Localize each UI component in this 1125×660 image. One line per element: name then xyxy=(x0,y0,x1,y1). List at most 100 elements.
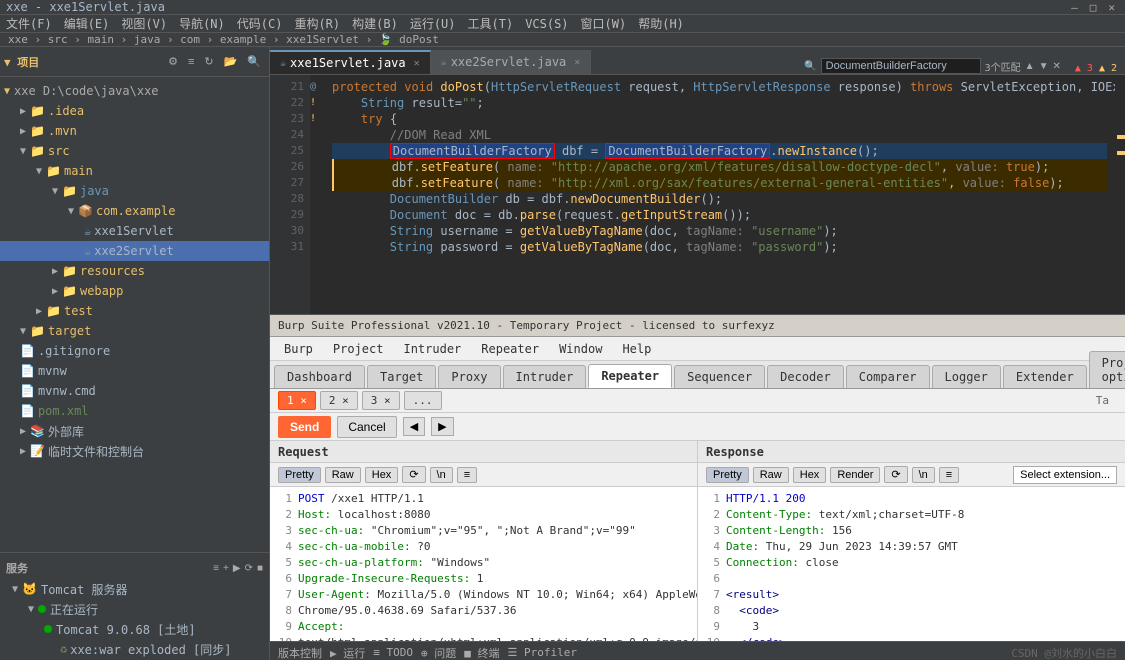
menu-window[interactable]: 窗口(W) xyxy=(581,15,627,32)
nav-back-btn[interactable]: ◀ xyxy=(403,417,425,436)
burp-tab-comparer[interactable]: Comparer xyxy=(846,365,930,388)
tree-item-mvnw[interactable]: 📄 mvnw xyxy=(0,361,269,381)
sidebar-tool-btn-3[interactable]: ↻ xyxy=(200,53,217,70)
services-tool-btn-2[interactable]: + xyxy=(223,563,229,574)
burp-tab-repeater[interactable]: Repeater xyxy=(588,364,672,388)
burp-tab-target[interactable]: Target xyxy=(367,365,436,388)
burp-menu-burp[interactable]: Burp xyxy=(274,337,323,361)
burp-subtab-2[interactable]: 2 × xyxy=(320,391,358,410)
tree-item-main[interactable]: ▼ 📁 main xyxy=(0,161,269,181)
tree-item-project[interactable]: ▼ xxe D:\code\java\xxe xyxy=(0,81,269,101)
burp-tab-extender[interactable]: Extender xyxy=(1003,365,1087,388)
nav-forward-btn[interactable]: ▶ xyxy=(431,417,453,436)
status-terminal[interactable]: ■ 终端 xyxy=(464,645,499,660)
req-newline-btn[interactable]: \n xyxy=(430,467,453,483)
burp-menu-repeater[interactable]: Repeater xyxy=(471,337,549,361)
tree-item-mvnw-cmd[interactable]: 📄 mvnw.cmd xyxy=(0,381,269,401)
burp-subtab-1[interactable]: 1 × xyxy=(278,391,316,410)
war-exploded[interactable]: ♻ xxe:war exploded [同步] xyxy=(0,639,269,659)
menu-edit[interactable]: 编辑(E) xyxy=(64,15,110,32)
burp-menu-project[interactable]: Project xyxy=(323,337,394,361)
services-stop-btn[interactable]: ■ xyxy=(257,563,263,574)
status-run[interactable]: ▶ 运行 xyxy=(330,645,365,660)
tab-xxe1servlet[interactable]: ☕ xxe1Servlet.java ✕ xyxy=(270,50,431,74)
sidebar-tool-btn-1[interactable]: ⚙ xyxy=(164,53,182,70)
menu-file[interactable]: 文件(F) xyxy=(6,15,52,32)
menu-code[interactable]: 代码(C) xyxy=(237,15,283,32)
tomcat-running[interactable]: ▼ 正在运行 xyxy=(0,599,269,619)
close-btn[interactable]: ✕ xyxy=(1104,1,1119,14)
tab-xxe1servlet-close[interactable]: ✕ xyxy=(414,58,420,69)
services-tool-btn-1[interactable]: ≡ xyxy=(213,563,219,574)
tree-item-xxe1servlet[interactable]: ☕ xxe1Servlet xyxy=(0,221,269,241)
tree-item-xxe2servlet[interactable]: ☕ xxe2Servlet xyxy=(0,241,269,261)
tree-item-test[interactable]: ▶ 📁 test xyxy=(0,301,269,321)
tomcat-service[interactable]: ▼ 🐱 Tomcat 服务器 xyxy=(0,579,269,599)
search-up-btn[interactable]: ▲ xyxy=(1025,61,1035,72)
maximize-btn[interactable]: □ xyxy=(1086,1,1101,14)
status-problems[interactable]: ⊕ 问题 xyxy=(421,645,456,660)
tab-xxe2servlet[interactable]: ☕ xxe2Servlet.java ✕ xyxy=(431,50,592,74)
sidebar-tool-btn-4[interactable]: 📂 xyxy=(220,53,242,70)
tomcat-version[interactable]: Tomcat 9.0.68 [土地] xyxy=(0,619,269,639)
burp-tab-proxy[interactable]: Proxy xyxy=(438,365,500,388)
req-raw-btn[interactable]: Raw xyxy=(325,467,361,483)
resp-raw-btn[interactable]: Raw xyxy=(753,467,789,483)
minimize-btn[interactable]: — xyxy=(1067,1,1082,14)
tree-item-external-libs[interactable]: ▶ 📚 外部库 xyxy=(0,421,269,441)
status-profiler[interactable]: ☰ Profiler xyxy=(508,646,577,659)
resp-pretty-btn[interactable]: Pretty xyxy=(706,467,749,483)
services-tool-btn-3[interactable]: ▶ xyxy=(233,563,241,574)
burp-menu-intruder[interactable]: Intruder xyxy=(393,337,471,361)
tree-item-scratch[interactable]: ▶ 📝 临时文件和控制台 xyxy=(0,441,269,461)
resp-menu-btn[interactable]: ≡ xyxy=(939,467,959,483)
tree-item-idea[interactable]: ▶ 📁 .idea xyxy=(0,101,269,121)
menu-refactor[interactable]: 重构(R) xyxy=(294,15,340,32)
select-extension-btn[interactable]: Select extension... xyxy=(1013,466,1117,484)
tree-item-target[interactable]: ▼ 📁 target xyxy=(0,321,269,341)
menu-nav[interactable]: 导航(N) xyxy=(179,15,225,32)
tree-item-com-example[interactable]: ▼ 📦 com.example xyxy=(0,201,269,221)
burp-subtab-more[interactable]: ... xyxy=(404,391,442,410)
resp-refresh-btn[interactable]: ⟳ xyxy=(884,466,907,483)
tree-item-webapp[interactable]: ▶ 📁 webapp xyxy=(0,281,269,301)
menu-run[interactable]: 运行(U) xyxy=(410,15,456,32)
status-vcs[interactable]: 版本控制 xyxy=(278,645,322,660)
tree-item-src[interactable]: ▼ 📁 src xyxy=(0,141,269,161)
tree-item-gitignore[interactable]: 📄 .gitignore xyxy=(0,341,269,361)
tree-item-java[interactable]: ▼ 📁 java xyxy=(0,181,269,201)
resp-newline-btn[interactable]: \n xyxy=(912,467,935,483)
search-down-btn[interactable]: ▼ xyxy=(1039,61,1049,72)
sidebar-tool-btn-2[interactable]: ≡ xyxy=(184,54,198,70)
tab-xxe2servlet-close[interactable]: ✕ xyxy=(574,57,580,68)
burp-menu-window[interactable]: Window xyxy=(549,337,612,361)
burp-tab-logger[interactable]: Logger xyxy=(932,365,1001,388)
burp-tab-project-options[interactable]: Project options xyxy=(1089,351,1125,388)
window-controls[interactable]: — □ ✕ xyxy=(1067,1,1119,14)
cancel-button[interactable]: Cancel xyxy=(337,416,396,438)
menu-build[interactable]: 构建(B) xyxy=(352,15,398,32)
resp-render-btn[interactable]: Render xyxy=(830,467,880,483)
resp-hex-btn[interactable]: Hex xyxy=(793,467,827,483)
status-todo[interactable]: ≡ TODO xyxy=(373,646,413,659)
burp-tab-sequencer[interactable]: Sequencer xyxy=(674,365,765,388)
tree-item-resources[interactable]: ▶ 📁 resources xyxy=(0,261,269,281)
burp-menu-help[interactable]: Help xyxy=(612,337,661,361)
req-menu-btn[interactable]: ≡ xyxy=(457,467,477,483)
menu-view[interactable]: 视图(V) xyxy=(121,15,167,32)
req-hex-btn[interactable]: Hex xyxy=(365,467,399,483)
search-input[interactable] xyxy=(821,58,981,74)
menu-vcs[interactable]: VCS(S) xyxy=(525,17,568,31)
services-tool-btn-4[interactable]: ⟳ xyxy=(245,563,253,574)
sidebar-tool-btn-5[interactable]: 🔍 xyxy=(243,53,265,70)
tree-item-pom-xml[interactable]: 📄 pom.xml xyxy=(0,401,269,421)
send-button[interactable]: Send xyxy=(278,416,331,438)
tree-item-mvn[interactable]: ▶ 📁 .mvn xyxy=(0,121,269,141)
req-pretty-btn[interactable]: Pretty xyxy=(278,467,321,483)
menu-help[interactable]: 帮助(H) xyxy=(638,15,684,32)
search-close-btn[interactable]: ✕ xyxy=(1052,61,1060,72)
burp-tab-intruder[interactable]: Intruder xyxy=(503,365,587,388)
burp-subtab-3[interactable]: 3 × xyxy=(362,391,400,410)
burp-tab-dashboard[interactable]: Dashboard xyxy=(274,365,365,388)
req-refresh-btn[interactable]: ⟳ xyxy=(402,466,425,483)
